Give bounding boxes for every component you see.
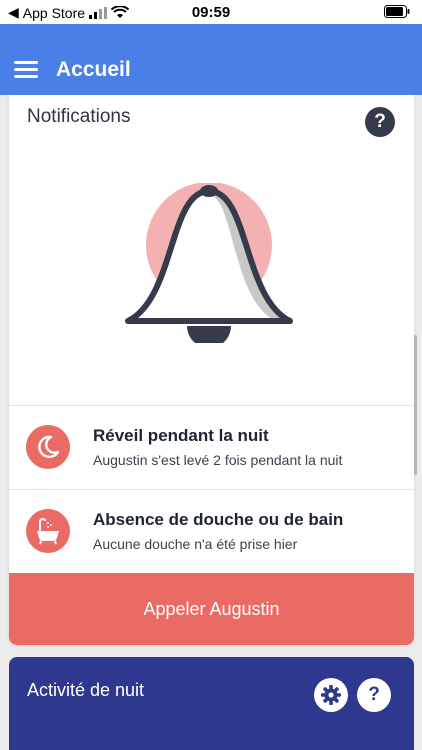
- notifications-card: Notifications ? Réveil pendant la nuit A…: [9, 95, 414, 645]
- list-item-no-shower[interactable]: Absence de douche ou de bain Aucune douc…: [9, 489, 414, 573]
- notifications-title: Notifications: [27, 106, 131, 127]
- help-icon[interactable]: ?: [365, 107, 395, 137]
- bell-icon: [125, 183, 293, 343]
- status-bar: ◀ App Store 09:59: [0, 0, 422, 24]
- list-item-subtitle: Augustin s'est levé 2 fois pendant la nu…: [93, 452, 343, 468]
- night-activity-card: Activité de nuit ?: [9, 657, 414, 750]
- call-augustin-button[interactable]: Appeler Augustin: [9, 573, 414, 645]
- battery-icon: [384, 5, 410, 18]
- list-item-title: Absence de douche ou de bain: [93, 510, 344, 529]
- night-activity-title: Activité de nuit: [27, 680, 145, 700]
- app-header: Accueil: [0, 24, 422, 95]
- menu-icon[interactable]: [14, 61, 38, 79]
- status-time: 09:59: [191, 4, 231, 21]
- list-item-night-wakeup[interactable]: Réveil pendant la nuit Augustin s'est le…: [9, 405, 414, 489]
- bathtub-icon: [26, 509, 70, 553]
- moon-icon: [26, 425, 70, 469]
- scrollbar[interactable]: [414, 335, 417, 475]
- page-title: Accueil: [56, 58, 131, 81]
- list-item-title: Réveil pendant la nuit: [93, 426, 269, 445]
- main-content[interactable]: Notifications ? Réveil pendant la nuit A…: [0, 95, 422, 750]
- help-icon[interactable]: ?: [357, 678, 391, 712]
- gear-icon[interactable]: [314, 678, 348, 712]
- list-item-subtitle: Aucune douche n'a été prise hier: [93, 536, 298, 552]
